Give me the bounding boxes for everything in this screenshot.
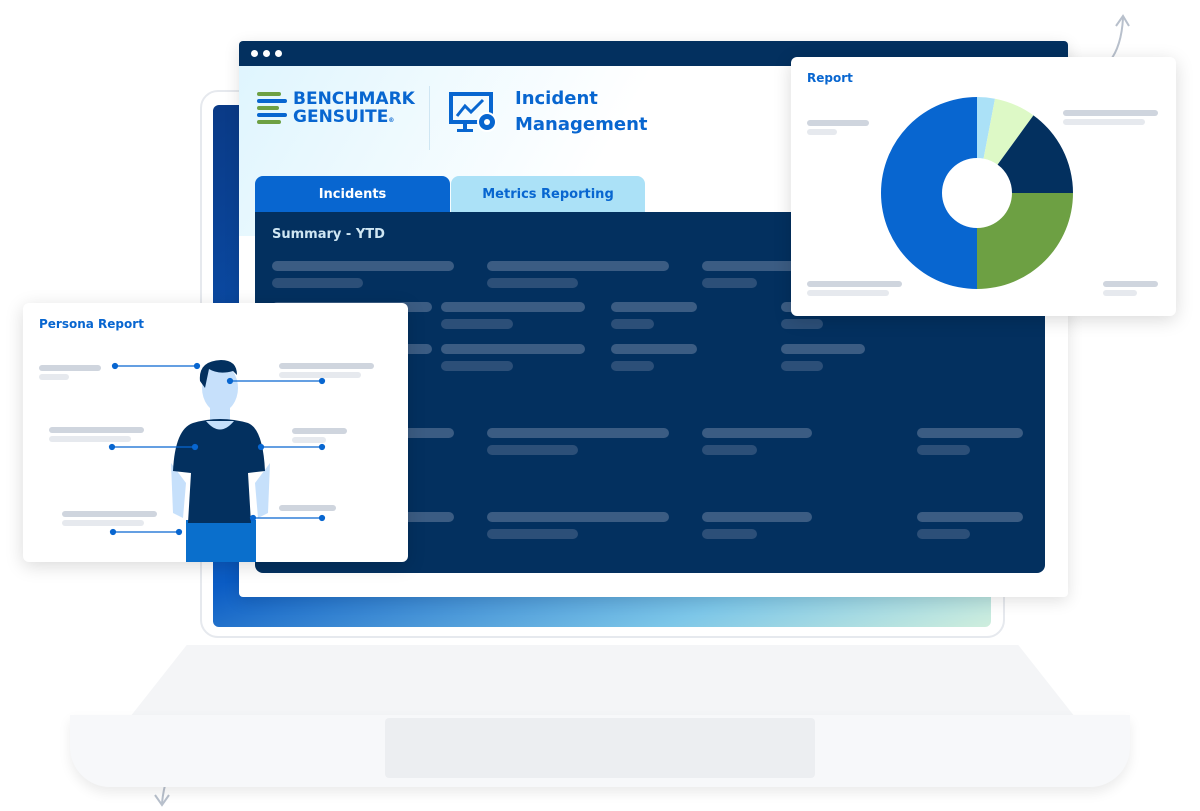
app-title-line2: Management <box>515 114 648 135</box>
skeleton-bar <box>611 361 654 371</box>
skeleton-bar <box>487 512 669 522</box>
skeleton-bar <box>441 302 585 312</box>
skeleton-bar <box>487 261 669 271</box>
skeleton-bar <box>917 512 1023 522</box>
monitor-chart-gear-icon <box>449 92 497 132</box>
registered-mark: ® <box>388 117 395 124</box>
skeleton-bar <box>611 344 697 354</box>
skeleton-bar <box>487 278 578 288</box>
skeleton-bar <box>702 445 757 455</box>
tab-incidents[interactable]: Incidents <box>255 176 450 212</box>
skeleton-bar <box>611 319 654 329</box>
skeleton-bar <box>917 445 970 455</box>
brand-line2: GENSUITE <box>293 107 389 127</box>
skeleton-bar <box>441 361 513 371</box>
app-title-line1: Incident <box>515 88 598 109</box>
skeleton-bar <box>917 529 970 539</box>
skeleton-bar <box>272 261 454 271</box>
donut-slice <box>977 193 1073 289</box>
trackpad <box>385 718 815 778</box>
skeleton-bar <box>781 344 865 354</box>
persona-figure <box>108 360 326 562</box>
summary-heading: Summary - YTD <box>272 227 385 242</box>
app-title: Incident Management <box>515 86 648 138</box>
skeleton-bar <box>611 302 697 312</box>
brand-logo-mark <box>257 92 287 124</box>
window-dot[interactable] <box>263 50 270 57</box>
brand-logo: BENCHMARK GENSUITE® <box>293 90 415 130</box>
persona-card: Persona Report <box>23 303 408 562</box>
skeleton-bar <box>702 529 757 539</box>
skeleton-bar <box>487 428 669 438</box>
skeleton-bar <box>272 278 363 288</box>
report-card: Report <box>791 57 1176 316</box>
skeleton-bar <box>441 344 585 354</box>
skeleton-bar <box>487 445 578 455</box>
skeleton-bar <box>781 361 823 371</box>
report-title: Report <box>807 71 853 85</box>
skeleton-bar <box>441 319 513 329</box>
window-dot[interactable] <box>275 50 282 57</box>
skeleton-bar <box>702 278 757 288</box>
skeleton-bar <box>702 512 812 522</box>
skeleton-bar <box>917 428 1023 438</box>
brand-line1: BENCHMARK <box>293 89 415 109</box>
laptop-keyboard <box>130 645 1075 717</box>
window-dot[interactable] <box>251 50 258 57</box>
skeleton-bar <box>781 319 823 329</box>
skeleton-bar <box>487 529 578 539</box>
header-divider <box>429 86 430 150</box>
skeleton-bar <box>702 428 812 438</box>
donut-chart <box>881 97 1073 289</box>
donut-slice <box>881 97 977 289</box>
tab-metrics-reporting[interactable]: Metrics Reporting <box>451 176 645 212</box>
